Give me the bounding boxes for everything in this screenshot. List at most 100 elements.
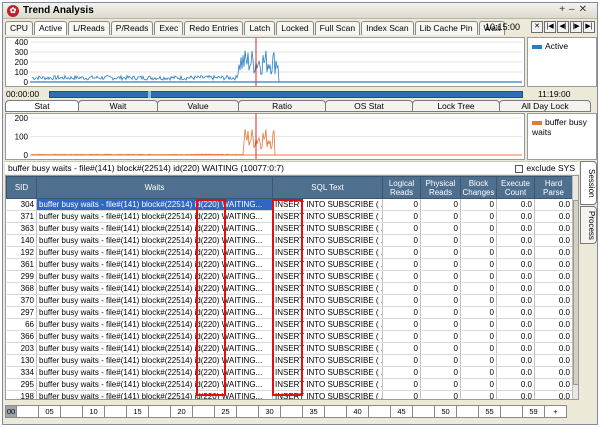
- time-range-end: 11:19:00: [538, 89, 571, 99]
- tab-full-scan[interactable]: Full Scan: [314, 21, 361, 35]
- timeline-cell[interactable]: 59: [523, 405, 545, 418]
- block-changes-cell: 0: [460, 210, 497, 223]
- prev-icon[interactable]: ◀|: [557, 21, 569, 33]
- logical-reads-cell: 0: [382, 378, 421, 391]
- block-changes-cell: 0: [460, 366, 497, 379]
- timeline-cell[interactable]: 50: [435, 405, 457, 418]
- tab-p-reads[interactable]: P/Reads: [110, 21, 154, 35]
- wait-legend-swatch: [532, 120, 542, 125]
- timeline-cell[interactable]: [237, 405, 259, 418]
- waits-cell: buffer busy waits - file#(141) block#(22…: [36, 246, 273, 259]
- timeline-cell[interactable]: [281, 405, 303, 418]
- time-range-slider[interactable]: [49, 91, 523, 98]
- timeline-cell[interactable]: 25: [215, 405, 237, 418]
- side-tab-session[interactable]: Session: [580, 161, 597, 205]
- block-changes-cell: 0: [460, 342, 497, 355]
- next-icon[interactable]: |▶: [570, 21, 582, 33]
- tab-l-reads[interactable]: L/Reads: [68, 21, 110, 35]
- y-tick-label: 100: [15, 133, 29, 142]
- timeline-cell[interactable]: [413, 405, 435, 418]
- column-header-logical-reads[interactable]: Logical Reads: [382, 176, 421, 199]
- timeline-cell[interactable]: [369, 405, 391, 418]
- timeline-cell[interactable]: 10: [83, 405, 105, 418]
- timeline-cell[interactable]: +: [545, 405, 567, 418]
- last-icon[interactable]: ▶|: [583, 21, 595, 33]
- sid-cell: 198: [6, 390, 37, 399]
- execute-count-cell: 0.0: [496, 234, 535, 247]
- timeline-cell[interactable]: 15: [127, 405, 149, 418]
- first-icon[interactable]: |◀: [544, 21, 556, 33]
- timeline-cell[interactable]: 45: [391, 405, 413, 418]
- scrollbar-thumb[interactable]: [573, 200, 578, 385]
- tab-wait[interactable]: Wait: [78, 100, 158, 112]
- tab-active[interactable]: Active: [33, 21, 68, 35]
- physical-reads-cell: 0: [420, 306, 461, 319]
- logical-reads-cell: 0: [382, 234, 421, 247]
- timeline-cell[interactable]: 05: [39, 405, 61, 418]
- hard-parse-cell: 0.0: [534, 294, 573, 307]
- tab-latch[interactable]: Latch: [244, 21, 276, 35]
- timeline-cell[interactable]: [193, 405, 215, 418]
- timeline-cell[interactable]: [149, 405, 171, 418]
- column-header-hard-parse[interactable]: Hard Parse: [534, 176, 573, 199]
- waits-cell: buffer busy waits - file#(141) block#(22…: [36, 258, 273, 271]
- timeline-cell[interactable]: [61, 405, 83, 418]
- tab-index-scan[interactable]: Index Scan: [361, 21, 414, 35]
- tab-exec[interactable]: Exec: [154, 21, 184, 35]
- exclude-sys-checkbox[interactable]: exclude SYS: [515, 162, 575, 174]
- tab-cpu[interactable]: CPU: [5, 21, 33, 35]
- hard-parse-cell: 0.0: [534, 234, 573, 247]
- tab-lock-tree[interactable]: Lock Tree: [412, 100, 500, 112]
- wait-event-chart: 200 100 0: [5, 113, 525, 160]
- sid-cell: 371: [6, 210, 37, 223]
- timeline-cell[interactable]: [17, 405, 39, 418]
- physical-reads-cell: 0: [420, 378, 461, 391]
- waits-cell: buffer busy waits - file#(141) block#(22…: [36, 282, 273, 295]
- close-nav-icon[interactable]: ✕: [531, 21, 543, 33]
- column-header-block-changes[interactable]: Block Changes: [460, 176, 497, 199]
- timeline-cell[interactable]: [325, 405, 347, 418]
- waits-cell: buffer busy waits - file#(141) block#(22…: [36, 354, 273, 367]
- tab-stat[interactable]: Stat: [5, 100, 79, 112]
- tab-ratio[interactable]: Ratio: [238, 100, 326, 112]
- column-header-execute-count[interactable]: Execute Count: [496, 176, 535, 199]
- sid-cell: 370: [6, 294, 37, 307]
- time-range-marker[interactable]: [148, 91, 151, 98]
- timeline-cell[interactable]: 55: [479, 405, 501, 418]
- tab-os-stat[interactable]: OS Stat: [325, 100, 413, 112]
- timeline-cell[interactable]: 35: [303, 405, 325, 418]
- timeline-cell[interactable]: [501, 405, 523, 418]
- timeline-cell[interactable]: 20: [171, 405, 193, 418]
- minimize-icon[interactable]: –: [569, 4, 579, 15]
- timeline-cell[interactable]: 00: [5, 405, 17, 418]
- hard-parse-cell: 0.0: [534, 354, 573, 367]
- y-tick-label: 300: [15, 48, 29, 57]
- tab-value[interactable]: Value: [157, 100, 239, 112]
- window-controls[interactable]: +–✕: [559, 4, 591, 15]
- vertical-scrollbar[interactable]: [572, 176, 578, 399]
- timeline-cell[interactable]: 40: [347, 405, 369, 418]
- timeline-cell[interactable]: [105, 405, 127, 418]
- timeline-cell[interactable]: [457, 405, 479, 418]
- tab-lib-cache-pin[interactable]: Lib Cache Pin: [414, 21, 478, 35]
- tab-locked[interactable]: Locked: [276, 21, 314, 35]
- tab-all-day-lock[interactable]: All Day Lock: [499, 100, 591, 112]
- series-line: [31, 50, 520, 83]
- column-header-sid[interactable]: SID: [6, 176, 37, 199]
- exclude-sys-label: exclude SYS: [526, 163, 575, 173]
- sid-cell: 297: [6, 306, 37, 319]
- tab-redo-entries[interactable]: Redo Entries: [184, 21, 244, 35]
- column-header-waits[interactable]: Waits: [36, 176, 273, 199]
- physical-reads-cell: 0: [420, 318, 461, 331]
- close-icon[interactable]: ✕: [579, 4, 591, 15]
- logical-reads-cell: 0: [382, 294, 421, 307]
- column-header-physical-reads[interactable]: Physical Reads: [420, 176, 461, 199]
- logical-reads-cell: 0: [382, 390, 421, 399]
- side-tab-process[interactable]: Process: [580, 206, 597, 244]
- pin-icon[interactable]: +: [559, 4, 569, 15]
- column-header-sql-text[interactable]: SQL Text: [272, 176, 383, 199]
- checkbox-icon[interactable]: [515, 164, 524, 173]
- timeline-cell[interactable]: 30: [259, 405, 281, 418]
- hard-parse-cell: 0.0: [534, 390, 573, 399]
- logical-reads-cell: 0: [382, 246, 421, 259]
